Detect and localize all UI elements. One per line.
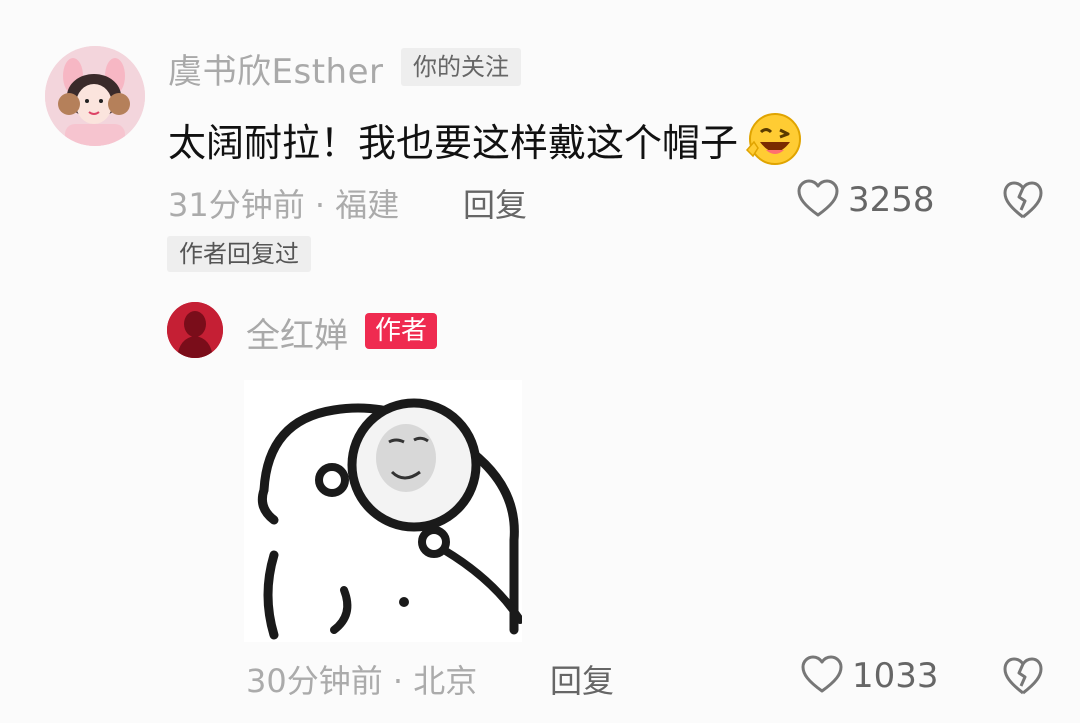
comment-time-location: 31分钟前 · 福建 <box>168 186 400 224</box>
broken-heart-icon <box>1002 657 1044 700</box>
author-badge: 作者 <box>365 313 438 349</box>
author-avatar[interactable] <box>167 302 223 358</box>
commenter-avatar[interactable] <box>45 46 145 146</box>
author-replied-badge[interactable]: 作者回复过 <box>167 236 311 272</box>
like-count: 1033 <box>852 656 939 696</box>
comment-text-row: 太阔耐拉！我也要这样戴这个帽子 <box>168 110 806 168</box>
heart-outline-icon <box>800 654 844 698</box>
heart-outline-icon <box>796 178 840 222</box>
like-button[interactable]: 3258 <box>796 178 935 222</box>
author-username[interactable]: 全红婵 <box>246 308 348 357</box>
reply-time-location: 30分钟前 · 北京 <box>246 662 478 700</box>
wink-emoji-icon <box>744 110 806 168</box>
commenter-username[interactable]: 虞书欣Esther <box>168 44 383 93</box>
reply-button[interactable]: 回复 <box>550 656 614 702</box>
like-button[interactable]: 1033 <box>800 654 939 698</box>
broken-heart-icon <box>1002 181 1044 224</box>
following-badge: 你的关注 <box>401 48 521 86</box>
like-count: 3258 <box>848 180 935 220</box>
dislike-button[interactable] <box>1002 180 1044 220</box>
dislike-button[interactable] <box>1002 656 1044 696</box>
reply-button[interactable]: 回复 <box>463 180 527 226</box>
comment-text: 太阔耐拉！我也要这样戴这个帽子 <box>168 120 739 165</box>
sticker-image[interactable] <box>244 380 524 642</box>
